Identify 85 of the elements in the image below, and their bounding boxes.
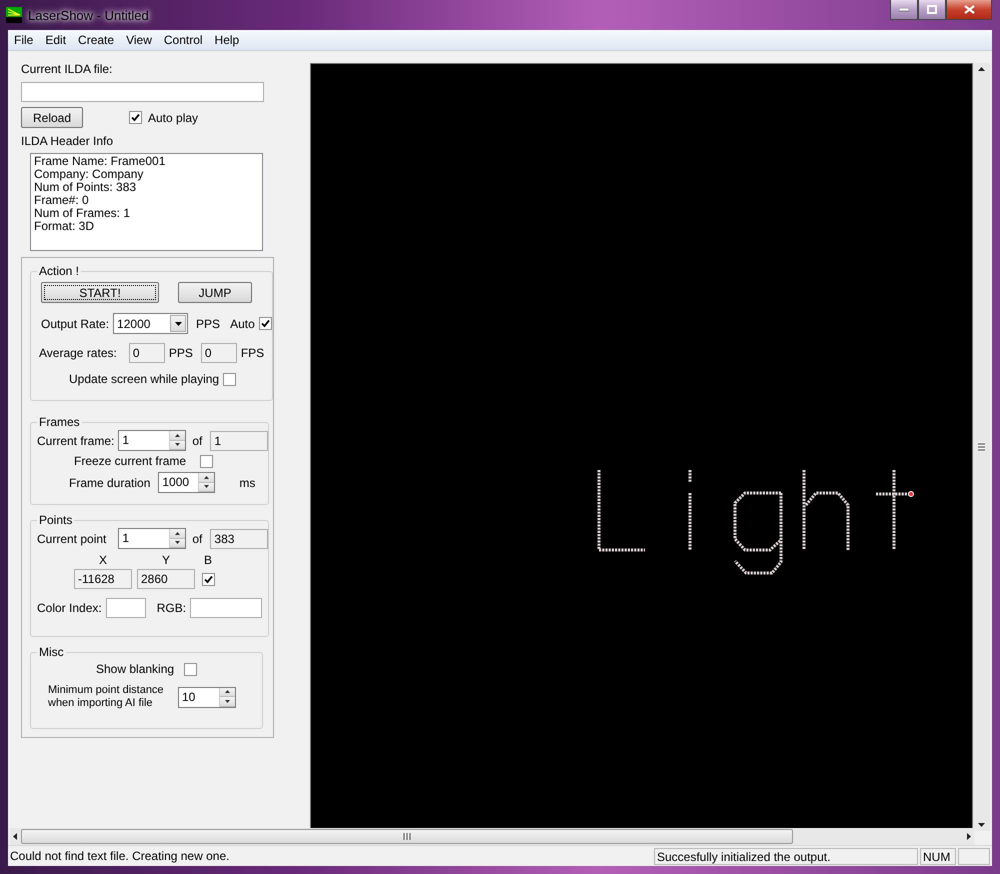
checkbox[interactable] [202, 572, 215, 586]
status-pane: Succesfully initialized the output. [654, 848, 918, 864]
field-label: RGB: [156, 601, 186, 615]
checkbox[interactable] [200, 454, 214, 468]
menu-item[interactable]: File [8, 33, 40, 47]
y-field[interactable]: 2860 [137, 569, 195, 589]
color-index-field[interactable] [106, 598, 146, 618]
checkbox-label: Update screen while playing [69, 372, 220, 386]
menu-item[interactable]: View [120, 33, 158, 47]
status-pane [958, 848, 990, 864]
status-pane: NUM [920, 848, 956, 864]
grip-icon [978, 443, 985, 451]
group-title: Misc [38, 645, 65, 659]
file-path-field[interactable] [21, 82, 264, 102]
spin-down-icon[interactable] [220, 697, 235, 706]
checkbox[interactable] [258, 317, 272, 330]
spin-field[interactable]: 1 [118, 528, 186, 549]
group-title: Action ! [38, 264, 80, 278]
scroll-up-icon[interactable] [978, 67, 985, 71]
unit-label: PPS [168, 346, 193, 360]
unit-label: PPS [196, 316, 220, 330]
column-label: X [98, 553, 108, 567]
section-label: ILDA Header Info [21, 134, 114, 148]
field-label: Color Index: [37, 601, 102, 615]
column-label: Y [160, 553, 171, 567]
menu-item[interactable]: Edit [39, 33, 72, 47]
menu-item[interactable]: Control [158, 33, 209, 47]
spin-field[interactable]: 1000 [158, 472, 216, 493]
app-logo-icon [6, 7, 22, 23]
spin-up-icon[interactable] [199, 473, 214, 482]
info-line: Frame Name: Frame001 [34, 155, 166, 168]
reload-button[interactable]: Reload [21, 107, 83, 128]
scroll-right-icon[interactable] [967, 833, 971, 840]
start-button[interactable]: START! [41, 282, 159, 303]
info-line: Num of Frames: 1 [34, 207, 132, 220]
checkbox[interactable] [223, 372, 236, 386]
spin-field[interactable]: 10 [178, 686, 236, 708]
field-label: Minimum point distance when importing AI file [48, 684, 165, 710]
scroll-down-icon[interactable] [978, 823, 985, 827]
field-label: of [192, 434, 202, 448]
group-title: Frames [38, 415, 81, 429]
info-line: Frame#: 0 [34, 194, 90, 207]
jump-button[interactable]: JUMP [178, 282, 252, 303]
output-rate-dropdown[interactable]: 12000 [113, 313, 188, 334]
close-button[interactable] [946, 0, 992, 20]
minimize-button[interactable] [890, 0, 918, 20]
spin-up-icon[interactable] [170, 431, 186, 440]
close-icon[interactable] [964, 5, 974, 14]
column-label: B [204, 553, 212, 567]
group-title: Points [38, 513, 74, 527]
menu-item[interactable]: Create [72, 33, 120, 47]
maximize-button[interactable] [918, 0, 946, 20]
checkbox-label: Show blanking [96, 662, 174, 676]
field-label: Current frame: [37, 434, 114, 448]
scroll-left-icon[interactable] [13, 833, 17, 840]
total-points-field[interactable]: 383 [210, 528, 268, 548]
info-line: Format: 3D [34, 220, 96, 233]
unit-label: ms [239, 476, 256, 490]
unit-label: FPS [240, 346, 264, 360]
grip-icon [403, 833, 411, 840]
spin-field[interactable]: 1 [118, 430, 186, 451]
checkbox-label: Auto [230, 316, 255, 330]
field-label: Output Rate: [41, 316, 110, 330]
field-label: Current ILDA file: [21, 62, 114, 76]
menu-item[interactable]: Help [208, 33, 246, 47]
checkbox-label: Freeze current frame [74, 454, 186, 468]
field-label: Current point [37, 532, 106, 546]
minimize-icon[interactable] [899, 8, 909, 12]
checkbox-label: Auto play [148, 110, 198, 124]
field-label: Average rates: [39, 346, 117, 360]
field-label: of [192, 532, 202, 546]
rgb-field[interactable] [190, 598, 262, 618]
field-label: Frame duration [69, 476, 150, 490]
checkbox[interactable] [184, 662, 198, 676]
checkbox[interactable] [129, 111, 142, 124]
total-frames-field[interactable]: 1 [210, 430, 268, 450]
window-title: LaserShow - Untitled [28, 8, 149, 22]
average-fps-field[interactable]: 0 [200, 343, 237, 363]
spin-up-icon[interactable] [170, 529, 186, 538]
info-line: Num of Points: 383 [34, 181, 136, 194]
spin-up-icon[interactable] [220, 688, 235, 697]
average-pps-field[interactable]: 0 [128, 343, 165, 363]
info-line: Company: Company [34, 168, 144, 181]
status-message: Could not find text file. Creating new one. [9, 849, 230, 863]
x-field[interactable]: -11628 [74, 569, 132, 589]
